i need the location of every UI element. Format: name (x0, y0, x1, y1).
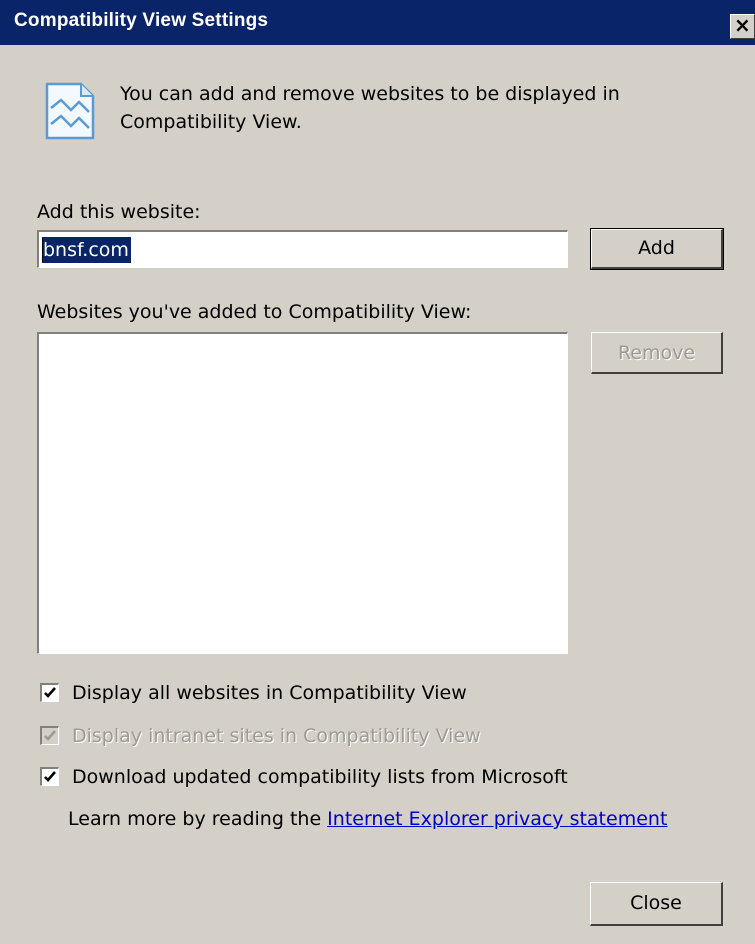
window-title: Compatibility View Settings (14, 10, 269, 31)
download-lists-label: Download updated compatibility lists fro… (72, 766, 568, 788)
display-all-checkbox[interactable] (40, 683, 59, 702)
learn-more-prefix: Learn more by reading the (68, 808, 328, 830)
close-button[interactable]: Close (590, 882, 723, 926)
websites-listbox[interactable] (37, 332, 568, 654)
privacy-statement-link[interactable]: Internet Explorer privacy statement (327, 808, 667, 830)
window-close-button[interactable]: × (730, 13, 755, 39)
checkmark-icon (44, 687, 56, 698)
title-bar: Compatibility View Settings × (0, 0, 755, 45)
download-lists-checkbox[interactable] (40, 767, 59, 786)
checkmark-icon (44, 730, 56, 741)
display-all-label: Display all websites in Compatibility Vi… (72, 682, 467, 704)
learn-more-text: Learn more by reading the Internet Explo… (68, 807, 667, 831)
compatibility-view-icon (45, 82, 95, 140)
website-input-value: bnsf.com (42, 237, 131, 263)
checkmark-icon (44, 771, 56, 782)
text-caret (42, 238, 43, 262)
website-input[interactable]: bnsf.com (37, 230, 568, 268)
close-icon: × (734, 13, 751, 37)
remove-button[interactable]: Remove (591, 332, 723, 374)
info-text: You can add and remove websites to be di… (120, 83, 620, 133)
add-button[interactable]: Add (590, 228, 724, 270)
websites-list-label: Websites you've added to Compatibility V… (37, 301, 472, 323)
add-website-label: Add this website: (37, 201, 201, 223)
display-intranet-checkbox[interactable] (40, 726, 59, 745)
display-intranet-label: Display intranet sites in Compatibility … (72, 725, 481, 747)
